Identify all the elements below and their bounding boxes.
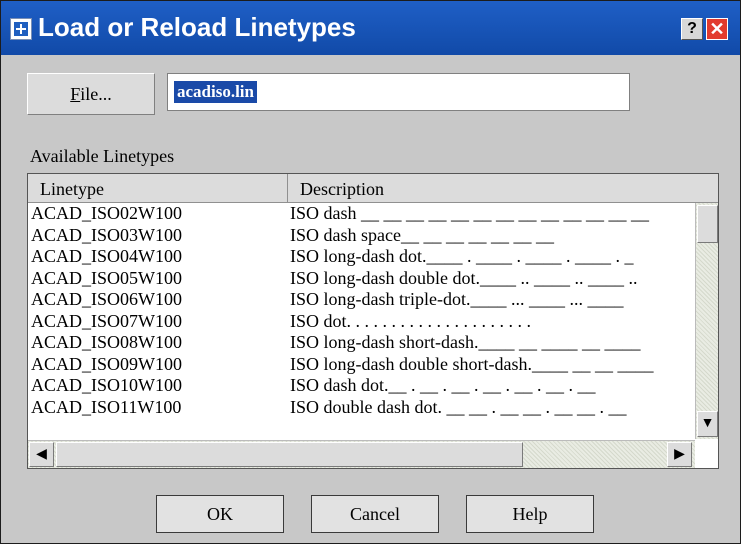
cancel-button[interactable]: Cancel	[311, 495, 439, 533]
linetype-description: ISO dash __ __ __ __ __ __ __ __ __ __ _…	[290, 203, 649, 223]
linetype-list[interactable]: Linetype Description ACAD_ISO02W100 ISO d…	[27, 173, 719, 469]
ok-button[interactable]: OK	[156, 495, 284, 533]
file-name-field[interactable]: acadiso.lin	[167, 73, 630, 111]
chevron-down-icon: ▼	[700, 416, 715, 431]
title-bar[interactable]: Load or Reload Linetypes ? ✕	[1, 1, 740, 55]
list-item[interactable]: ACAD_ISO07W100 ISO dot. . . . . . . . . .…	[28, 311, 695, 333]
horizontal-scrollbar[interactable]: ◀ ▶	[28, 440, 695, 468]
dialog-title: Load or Reload Linetypes	[38, 12, 356, 42]
linetype-name: ACAD_ISO06W100	[31, 289, 182, 309]
linetype-description: ISO dash space__ __ __ __ __ __ __	[290, 224, 554, 245]
list-item[interactable]: ACAD_ISO03W100 ISO dash space__ __ __ __ …	[28, 225, 695, 247]
linetype-description: ISO dash dot.__ . __ . __ . __ . __ . __…	[290, 375, 596, 395]
linetype-name: ACAD_ISO09W100	[31, 353, 182, 374]
file-name-value: acadiso.lin	[174, 81, 257, 103]
load-linetypes-dialog: Load or Reload Linetypes ? ✕ File... aca…	[0, 0, 741, 544]
scroll-down-button[interactable]: ▼	[697, 411, 718, 437]
list-rows: ACAD_ISO02W100 ISO dash __ __ __ __ __ __…	[28, 203, 695, 418]
linetype-name: ACAD_ISO02W100	[31, 203, 182, 223]
linetype-description: ISO dot. . . . . . . . . . . . . . . . .…	[290, 310, 532, 331]
list-item[interactable]: ACAD_ISO10W100 ISO dash dot.__ . __ . __ …	[28, 375, 695, 397]
available-linetypes-label: Available Linetypes	[30, 146, 175, 166]
linetype-name: ACAD_ISO08W100	[31, 332, 182, 352]
vertical-scrollbar[interactable]: ▼	[695, 203, 718, 439]
app-icon	[10, 18, 32, 40]
list-item[interactable]: ACAD_ISO11W100 ISO double dash dot. __ __…	[28, 397, 695, 419]
chevron-right-icon: ▶	[674, 447, 685, 462]
linetype-description: ISO double dash dot. __ __ . __ __ . __ …	[290, 396, 627, 417]
column-header-description[interactable]: Description	[288, 174, 718, 202]
linetype-description: ISO long-dash dot.____ . ____ . ____ . _…	[290, 246, 634, 266]
linetype-name: ACAD_ISO11W100	[31, 396, 182, 417]
scroll-right-button[interactable]: ▶	[667, 442, 692, 467]
scrollbar-corner	[695, 440, 718, 468]
linetype-name: ACAD_ISO04W100	[31, 246, 182, 266]
linetype-name: ACAD_ISO05W100	[31, 267, 182, 288]
column-header-linetype[interactable]: Linetype	[28, 174, 288, 202]
vertical-scroll-thumb[interactable]	[697, 205, 718, 243]
list-item[interactable]: ACAD_ISO05W100 ISO long-dash double dot._…	[28, 268, 695, 290]
list-header: Linetype Description	[28, 174, 718, 203]
linetype-description: ISO long-dash triple-dot.____ ... ____ .…	[290, 289, 624, 309]
horizontal-scroll-thumb[interactable]	[56, 442, 523, 467]
file-button[interactable]: File...	[27, 73, 155, 115]
list-item[interactable]: ACAD_ISO02W100 ISO dash __ __ __ __ __ __…	[28, 203, 695, 225]
linetype-description: ISO long-dash short-dash.____ __ ____ __…	[290, 332, 641, 352]
scroll-left-button[interactable]: ◀	[29, 442, 54, 467]
list-item[interactable]: ACAD_ISO04W100 ISO long-dash dot.____ . _…	[28, 246, 695, 268]
close-button[interactable]: ✕	[706, 18, 728, 40]
linetype-description: ISO long-dash double dot.____ .. ____ ..…	[290, 267, 638, 288]
help-button[interactable]: Help	[466, 495, 594, 533]
linetype-name: ACAD_ISO10W100	[31, 375, 182, 395]
linetype-name: ACAD_ISO03W100	[31, 224, 182, 245]
list-item[interactable]: ACAD_ISO08W100 ISO long-dash short-dash._…	[28, 332, 695, 354]
linetype-name: ACAD_ISO07W100	[31, 310, 182, 331]
list-item[interactable]: ACAD_ISO09W100 ISO long-dash double short…	[28, 354, 695, 376]
list-item[interactable]: ACAD_ISO06W100 ISO long-dash triple-dot._…	[28, 289, 695, 311]
chevron-left-icon: ◀	[36, 447, 47, 462]
linetype-description: ISO long-dash double short-dash.____ __ …	[290, 353, 654, 374]
file-button-label: File...	[70, 84, 112, 104]
help-title-button[interactable]: ?	[681, 18, 703, 40]
